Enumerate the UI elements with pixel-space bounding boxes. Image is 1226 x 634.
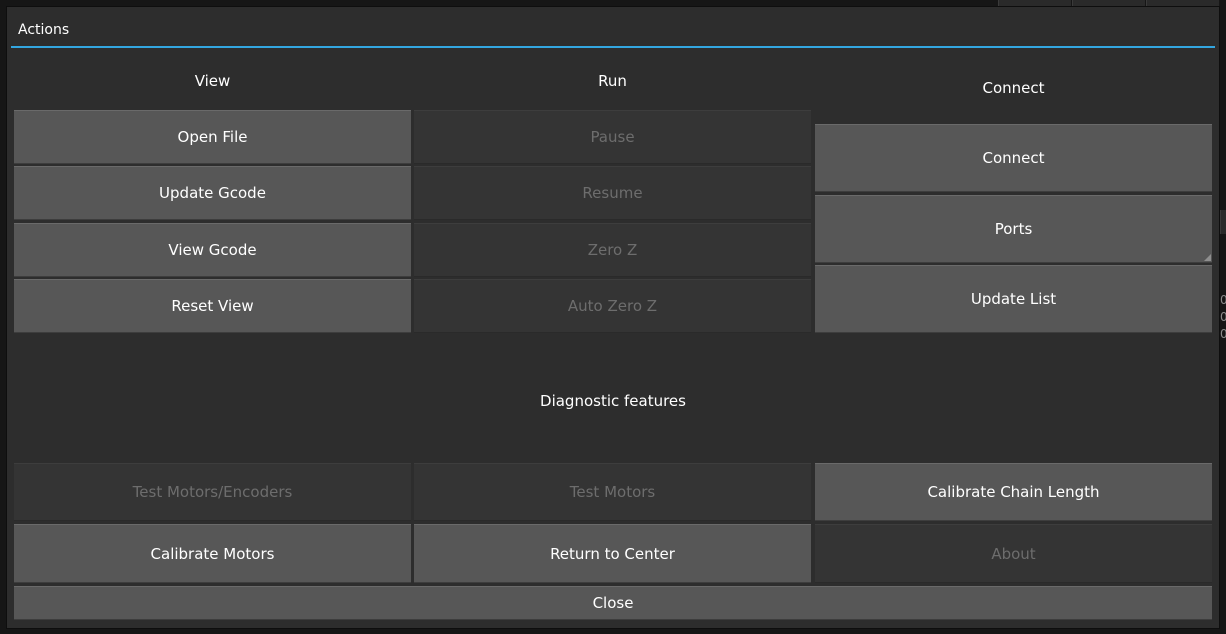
pause-button[interactable]: Pause (414, 110, 811, 164)
open-file-button[interactable]: Open File (14, 110, 411, 164)
connect-section-label: Connect (982, 79, 1045, 97)
auto-zero-z-button[interactable]: Auto Zero Z (414, 279, 811, 333)
view-section-label: View (194, 72, 231, 90)
ports-dropdown[interactable]: Ports (815, 195, 1212, 263)
run-section-label: Run (598, 72, 627, 90)
zero-z-button[interactable]: Zero Z (414, 223, 811, 277)
dropdown-corner-icon (1204, 254, 1211, 261)
background-toolbar-button (1146, 0, 1219, 6)
view-gcode-button[interactable]: View Gcode (14, 223, 411, 277)
background-value: 0 (1220, 293, 1226, 307)
close-button[interactable]: Close (14, 586, 1212, 620)
diagnostic-section-label: Diagnostic features (540, 392, 686, 410)
reset-view-button[interactable]: Reset View (14, 279, 411, 333)
test-motors-encoders-button[interactable]: Test Motors/Encoders (14, 463, 411, 521)
calibrate-chain-length-button[interactable]: Calibrate Chain Length (815, 463, 1212, 521)
resume-button[interactable]: Resume (414, 166, 811, 220)
update-gcode-button[interactable]: Update Gcode (14, 166, 411, 220)
calibrate-motors-button[interactable]: Calibrate Motors (14, 524, 411, 583)
background-value: 0 (1220, 310, 1226, 324)
test-motors-button[interactable]: Test Motors (414, 463, 811, 521)
popup-title: Actions (18, 22, 70, 38)
return-to-center-button[interactable]: Return to Center (414, 524, 811, 583)
background-toolbar-button (998, 0, 1071, 6)
background-toolbar-button (1072, 0, 1145, 6)
title-separator (11, 46, 1215, 48)
connect-button[interactable]: Connect (815, 124, 1212, 192)
background-panel-edge (1220, 210, 1226, 234)
update-list-button[interactable]: Update List (815, 265, 1212, 333)
ports-label: Ports (994, 220, 1033, 238)
background-value: 0 (1220, 327, 1226, 341)
about-button[interactable]: About (815, 524, 1212, 583)
